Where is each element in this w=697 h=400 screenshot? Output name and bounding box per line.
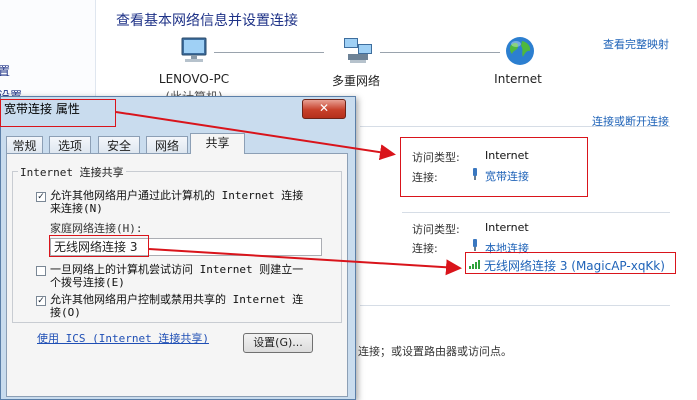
tab-sharing[interactable]: 共享 — [190, 133, 245, 154]
arrow-to-wireless — [148, 248, 462, 276]
annotation-arrows — [115, 111, 462, 276]
arrow-to-broadband — [115, 111, 396, 161]
